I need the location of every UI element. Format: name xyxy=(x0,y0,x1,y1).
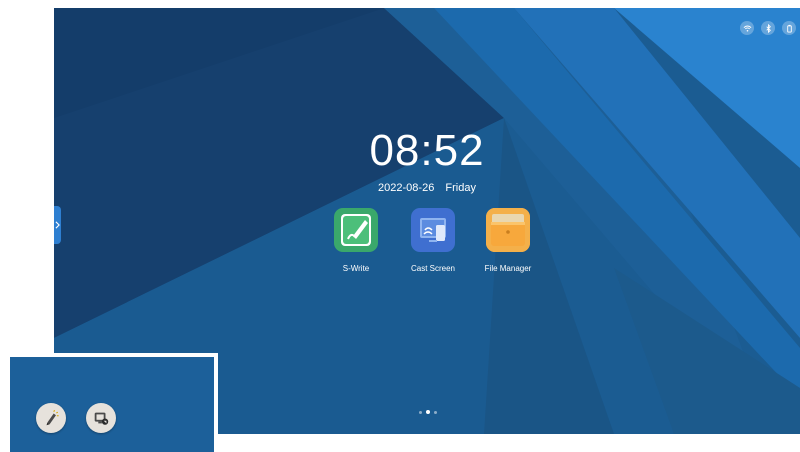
folder-icon[interactable] xyxy=(486,208,530,252)
wifi-icon[interactable] xyxy=(740,21,754,35)
date-text: 2022-08-26 xyxy=(378,182,435,194)
screen-record-icon[interactable] xyxy=(86,403,116,433)
page-dot-active[interactable] xyxy=(426,410,430,414)
pen-highlight-icon[interactable] xyxy=(36,403,66,433)
page-indicator xyxy=(419,410,437,414)
clock-time: 08:52 xyxy=(369,126,485,175)
pen-notepad-icon[interactable] xyxy=(334,208,378,252)
chevron-right-icon xyxy=(55,221,60,229)
app-cast-screen[interactable]: Cast Screen xyxy=(393,208,473,273)
cast-screen-icon[interactable] xyxy=(411,208,455,252)
page-dot[interactable] xyxy=(434,410,437,414)
floating-tools-panel xyxy=(6,353,218,452)
bluetooth-icon[interactable] xyxy=(761,21,775,35)
app-label: Cast Screen xyxy=(410,264,456,273)
app-label: S-Write xyxy=(342,264,370,273)
date-row: 2022-08-26 Friday xyxy=(54,182,800,194)
weekday-text: Friday xyxy=(445,182,476,194)
usb-icon[interactable] xyxy=(782,21,796,35)
app-label: File Manager xyxy=(484,264,532,273)
side-panel-handle[interactable] xyxy=(54,206,61,244)
page-dot[interactable] xyxy=(419,410,422,414)
app-s-write[interactable]: S-Write xyxy=(316,208,396,273)
app-file-manager[interactable]: File Manager xyxy=(468,208,548,273)
